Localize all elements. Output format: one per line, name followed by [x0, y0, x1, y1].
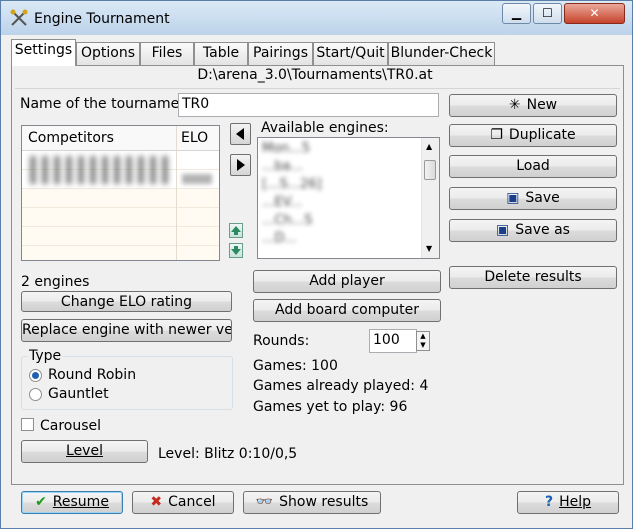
crossed-swords-icon	[10, 9, 28, 26]
divider	[15, 88, 620, 89]
available-engines-label: Available engines:	[261, 120, 389, 136]
help-button[interactable]: ? Help	[517, 491, 619, 514]
table-row[interactable]	[22, 227, 219, 246]
round-robin-label[interactable]: Round Robin	[48, 367, 136, 383]
tournament-name-label: Name of the tournament	[20, 96, 194, 112]
competitors-column-header[interactable]: Competitors	[28, 130, 114, 146]
show-results-button-label: Show results	[279, 494, 369, 510]
duplicate-button-label: Duplicate	[508, 127, 576, 143]
level-text: Level: Blitz 0:10/0,5	[158, 446, 298, 462]
tournament-name-input[interactable]: TR0	[178, 93, 439, 117]
replace-engine-button[interactable]: Replace engine with newer versio	[21, 319, 232, 342]
checkmark-icon: ✔	[35, 494, 47, 510]
list-item[interactable]: ...EV...	[262, 194, 412, 212]
carousel-label[interactable]: Carousel	[40, 418, 101, 434]
games-remaining: Games yet to play: 96	[253, 399, 408, 415]
load-button-label: Load	[516, 158, 550, 174]
rounds-label: Rounds:	[253, 333, 310, 349]
engines-count: 2 engines	[21, 274, 90, 290]
list-item[interactable]: Mon...5	[262, 140, 412, 158]
resume-button-label: Resume	[52, 494, 109, 510]
help-button-label: Help	[559, 494, 592, 510]
tab-table[interactable]: Table	[194, 42, 248, 65]
competitors-grid-header: Competitors ELO	[22, 126, 219, 151]
list-item[interactable]: ...Ch...S	[262, 212, 412, 230]
move-up-button[interactable]	[229, 223, 243, 238]
arrow-up-icon	[231, 226, 241, 235]
move-right-button[interactable]	[230, 154, 251, 176]
table-row[interactable]	[22, 208, 219, 227]
delete-results-button[interactable]: Delete results	[449, 266, 617, 289]
close-button[interactable]: ✕	[564, 3, 625, 24]
sparkle-icon: ✳	[508, 97, 521, 113]
glasses-icon: 👓	[255, 494, 274, 510]
tab-settings[interactable]: Settings	[11, 39, 76, 66]
tab-start-quit[interactable]: Start/Quit	[313, 42, 388, 65]
cancel-button[interactable]: ✖ Cancel	[132, 491, 234, 514]
maximize-button[interactable]: ☐	[533, 3, 562, 24]
redacted-engine-names: Mon...5 ...ba... [...S...26] ...EV... ..…	[262, 140, 412, 250]
save-button-label: Save	[525, 190, 560, 206]
add-board-computer-button[interactable]: Add board computer	[253, 299, 441, 322]
move-down-button[interactable]	[229, 243, 243, 258]
show-results-button[interactable]: 👓 Show results	[243, 491, 381, 514]
list-item[interactable]: ...D...	[262, 230, 412, 248]
round-robin-radio[interactable]	[29, 369, 42, 382]
tab-files[interactable]: Files	[140, 42, 194, 65]
save-button[interactable]: ▣ Save	[449, 187, 617, 210]
redacted-competitor-names	[30, 156, 170, 184]
add-player-button[interactable]: Add player	[253, 270, 441, 293]
floppy-disk-icon: ▣	[496, 222, 510, 238]
move-left-button[interactable]	[230, 123, 251, 145]
column-divider	[176, 126, 177, 260]
level-button-label: Level	[66, 443, 103, 459]
competitors-grid[interactable]: Competitors ELO	[21, 125, 220, 261]
copy-icon: ❐	[490, 127, 503, 143]
games-total: Games: 100	[253, 358, 338, 374]
tab-blunder-check[interactable]: Blunder-Check	[388, 42, 495, 65]
engine-tournament-window: Engine Tournament ▁ ☐ ✕ Settings Options…	[0, 0, 633, 529]
games-played: Games already played: 4	[253, 378, 429, 394]
scroll-up-icon[interactable]: ▲	[426, 142, 432, 151]
redacted-elo-values	[182, 174, 212, 184]
window-title: Engine Tournament	[34, 11, 170, 27]
type-group-label: Type	[28, 348, 63, 364]
arrow-down-icon	[231, 246, 241, 255]
rounds-stepper[interactable]: ▲ ▼	[416, 331, 430, 351]
cancel-button-label: Cancel	[168, 494, 216, 510]
resume-button[interactable]: ✔ Resume	[21, 491, 123, 514]
duplicate-button[interactable]: ❐ Duplicate	[449, 124, 617, 147]
elo-column-header[interactable]: ELO	[181, 130, 208, 146]
x-icon: ✖	[150, 494, 163, 510]
scroll-down-icon[interactable]: ▼	[426, 244, 432, 253]
gauntlet-label[interactable]: Gauntlet	[48, 386, 109, 402]
tournament-path: D:\arena_3.0\Tournaments\TR0.at	[197, 67, 433, 83]
tab-options[interactable]: Options	[76, 42, 140, 65]
scroll-thumb[interactable]	[424, 160, 436, 180]
question-icon: ?	[544, 494, 554, 510]
carousel-checkbox[interactable]	[21, 418, 34, 431]
save-as-button-label: Save as	[515, 222, 570, 238]
list-item[interactable]: [...S...26]	[262, 176, 412, 194]
title-bar[interactable]: Engine Tournament ▁ ☐ ✕	[1, 1, 632, 35]
table-row[interactable]	[22, 189, 219, 208]
rounds-input[interactable]: 100	[369, 329, 417, 353]
scrollbar[interactable]: ▲ ▼	[421, 138, 439, 258]
minimize-button[interactable]: ▁	[502, 3, 531, 24]
gauntlet-radio[interactable]	[29, 388, 42, 401]
change-elo-button[interactable]: Change ELO rating	[21, 291, 232, 312]
new-button[interactable]: ✳ New	[449, 94, 617, 117]
load-button[interactable]: Load	[449, 155, 617, 178]
new-button-label: New	[526, 97, 558, 113]
available-engines-list[interactable]: Mon...5 ...ba... [...S...26] ...EV... ..…	[257, 137, 440, 259]
table-row[interactable]	[22, 246, 219, 260]
list-item[interactable]: ...ba...	[262, 158, 412, 176]
floppy-disk-icon: ▣	[506, 190, 520, 206]
level-button[interactable]: Level	[21, 440, 148, 463]
tab-pairings[interactable]: Pairings	[248, 42, 313, 65]
arrow-right-icon	[237, 159, 245, 171]
arrow-left-icon	[236, 128, 244, 140]
save-as-button[interactable]: ▣ Save as	[449, 219, 617, 242]
